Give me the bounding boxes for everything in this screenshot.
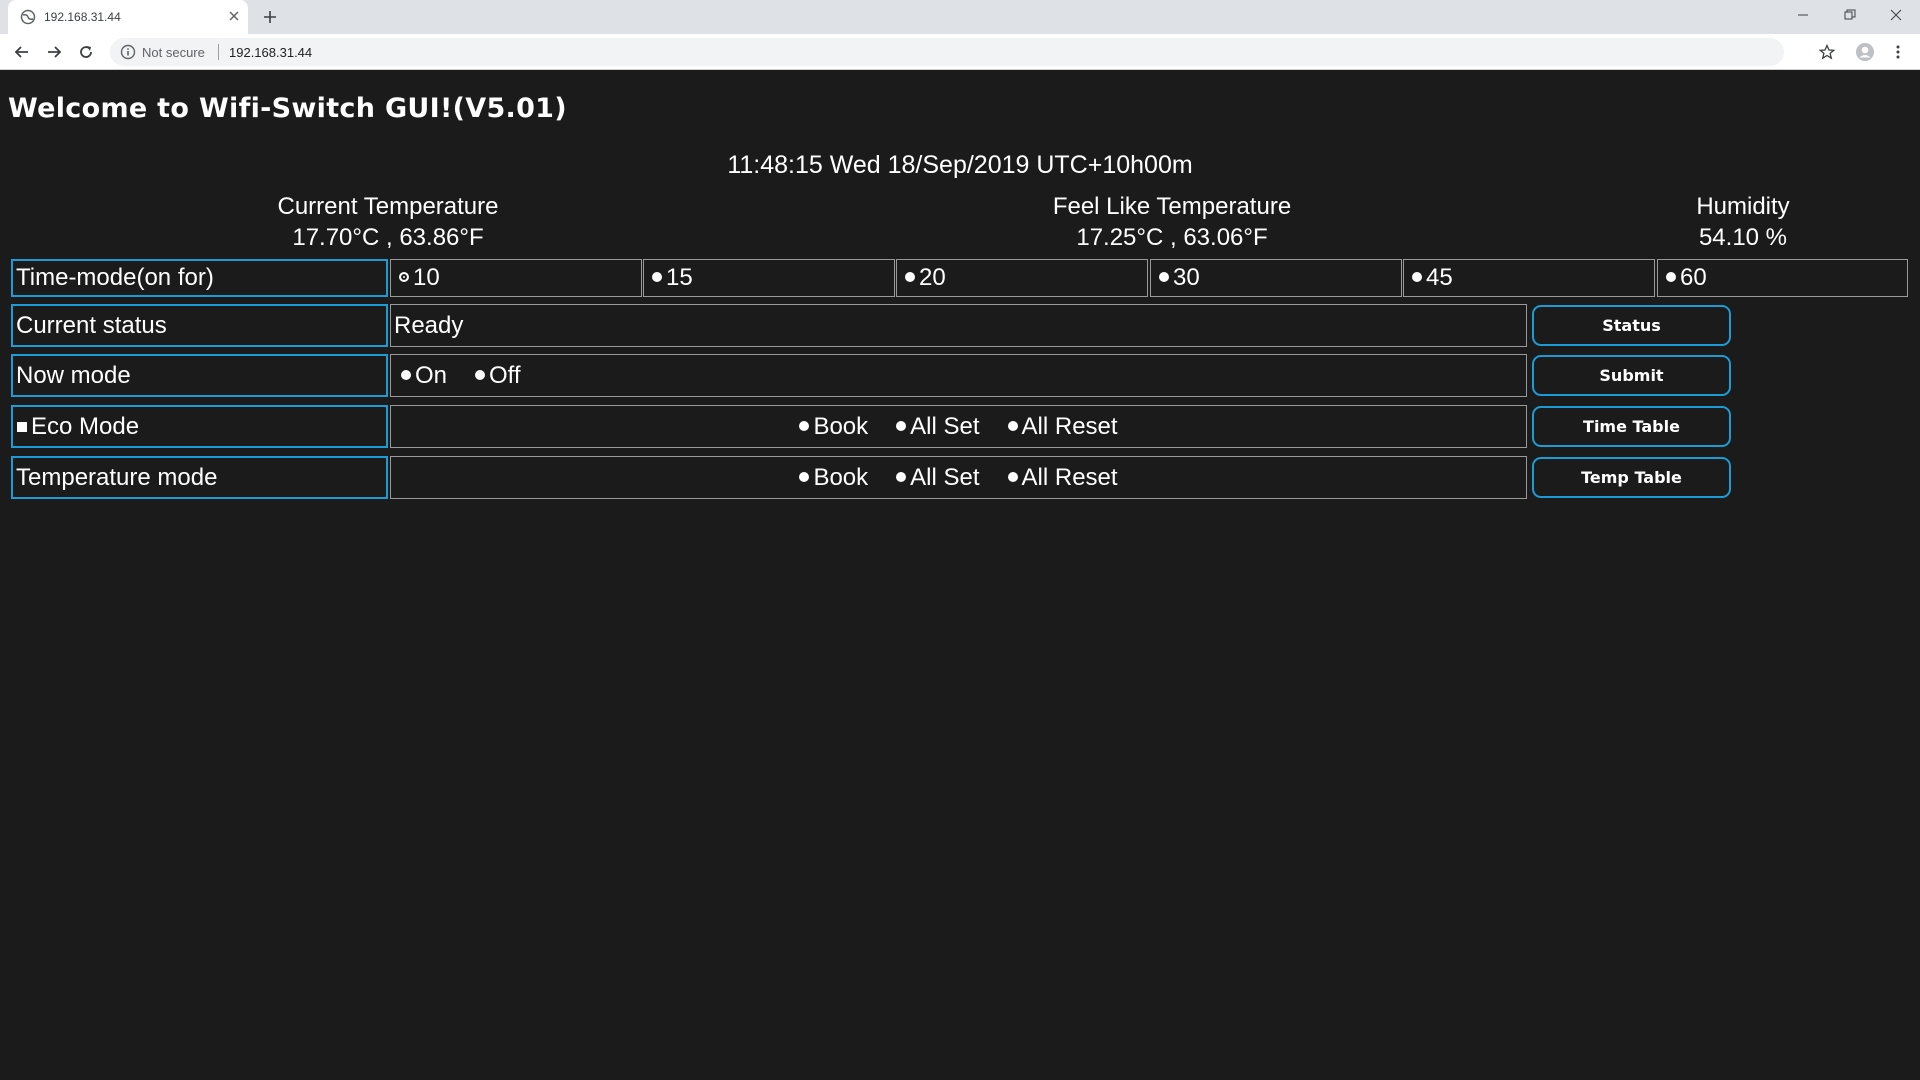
temp-book-option[interactable]: Book [799,464,868,492]
humidity-value: 54.10 % [1698,224,1788,251]
restore-icon[interactable] [1827,0,1873,30]
browser-tab[interactable]: 192.168.31.44 [8,0,248,34]
radio-icon[interactable] [1412,272,1422,282]
eco-book-option[interactable]: Book [799,413,868,441]
time-option-15[interactable]: 15 [643,259,895,297]
now-mode-options: On Off [390,354,1527,397]
radio-icon[interactable] [652,272,662,282]
page-content: Welcome to Wifi-Switch GUI!(V5.01) 11:48… [0,71,1920,1080]
reload-icon[interactable] [74,40,98,64]
radio-icon[interactable] [896,471,907,482]
time-option-30[interactable]: 30 [1150,259,1402,297]
time-option-10[interactable]: 10 [390,259,642,297]
radio-icon[interactable] [1666,272,1676,282]
time-mode-label: Time-mode(on for) [11,259,388,297]
globe-icon [20,9,36,25]
radio-icon[interactable] [896,420,907,431]
radio-icon[interactable] [1007,471,1018,482]
temp-table-button[interactable]: Temp Table [1532,457,1731,498]
temperature-mode-options: Book All Set All Reset [390,456,1527,499]
kebab-menu-icon[interactable] [1886,40,1910,64]
time-option-20[interactable]: 20 [896,259,1148,297]
time-table-button[interactable]: Time Table [1532,406,1731,447]
info-icon[interactable] [120,44,136,60]
radio-icon[interactable] [1007,420,1018,431]
minimize-icon[interactable] [1780,0,1826,30]
page-title: Welcome to Wifi-Switch GUI!(V5.01) [8,93,567,124]
back-arrow-icon[interactable] [10,40,34,64]
eco-mode-options: Book All Set All Reset [390,405,1527,448]
radio-icon[interactable] [1159,272,1169,282]
divider [218,44,219,60]
datetime-display: 11:48:15 Wed 18/Sep/2019 UTC+10h00m [727,151,1193,179]
browser-toolbar: Not secure 192.168.31.44 [0,34,1920,70]
submit-button[interactable]: Submit [1532,355,1731,396]
radio-selected-icon[interactable] [399,272,409,282]
now-mode-label: Now mode [11,354,388,397]
address-bar[interactable]: Not secure 192.168.31.44 [110,38,1784,66]
temp-all-reset-option[interactable]: All Reset [1007,464,1118,492]
not-secure-label: Not secure [142,45,205,60]
current-temperature-label: Current Temperature [277,193,499,220]
humidity-label: Humidity [1696,193,1790,220]
tab-title: 192.168.31.44 [44,10,121,24]
current-status-label: Current status [11,304,388,347]
status-button[interactable]: Status [1532,305,1731,346]
temperature-mode-label: Temperature mode [11,456,388,499]
eco-all-set-option[interactable]: All Set [896,413,980,441]
feel-like-temperature-value: 17.25°C , 63.06°F [1076,224,1268,251]
profile-avatar-icon[interactable] [1853,40,1877,64]
humidity: Humidity 54.10 % [1643,191,1843,253]
bookmark-star-icon[interactable] [1815,40,1839,64]
now-mode-off-option[interactable]: Off [475,362,521,390]
browser-tab-strip: 192.168.31.44 [0,0,1920,34]
current-temperature-value: 17.70°C , 63.86°F [292,224,484,251]
now-mode-on-option[interactable]: On [401,362,447,390]
eco-all-reset-option[interactable]: All Reset [1007,413,1118,441]
window-close-icon[interactable] [1873,0,1919,30]
current-temperature: Current Temperature 17.70°C , 63.86°F [188,191,588,253]
feel-like-temperature-label: Feel Like Temperature [1052,193,1292,220]
radio-icon[interactable] [799,471,810,482]
url-text[interactable]: 192.168.31.44 [229,45,312,60]
close-icon[interactable] [226,8,242,24]
temp-all-set-option[interactable]: All Set [896,464,980,492]
radio-icon[interactable] [905,272,915,282]
radio-icon[interactable] [475,369,486,380]
eco-mode-label[interactable]: Eco Mode [11,405,388,448]
forward-arrow-icon[interactable] [42,40,66,64]
checkbox-icon[interactable] [17,421,27,432]
new-tab-plus-icon[interactable] [260,7,280,27]
feel-like-temperature: Feel Like Temperature 17.25°C , 63.06°F [972,191,1372,253]
current-status-value: Ready [390,304,1527,347]
time-option-60[interactable]: 60 [1657,259,1908,297]
radio-icon[interactable] [799,420,810,431]
radio-icon[interactable] [401,369,411,380]
time-option-45[interactable]: 45 [1403,259,1655,297]
